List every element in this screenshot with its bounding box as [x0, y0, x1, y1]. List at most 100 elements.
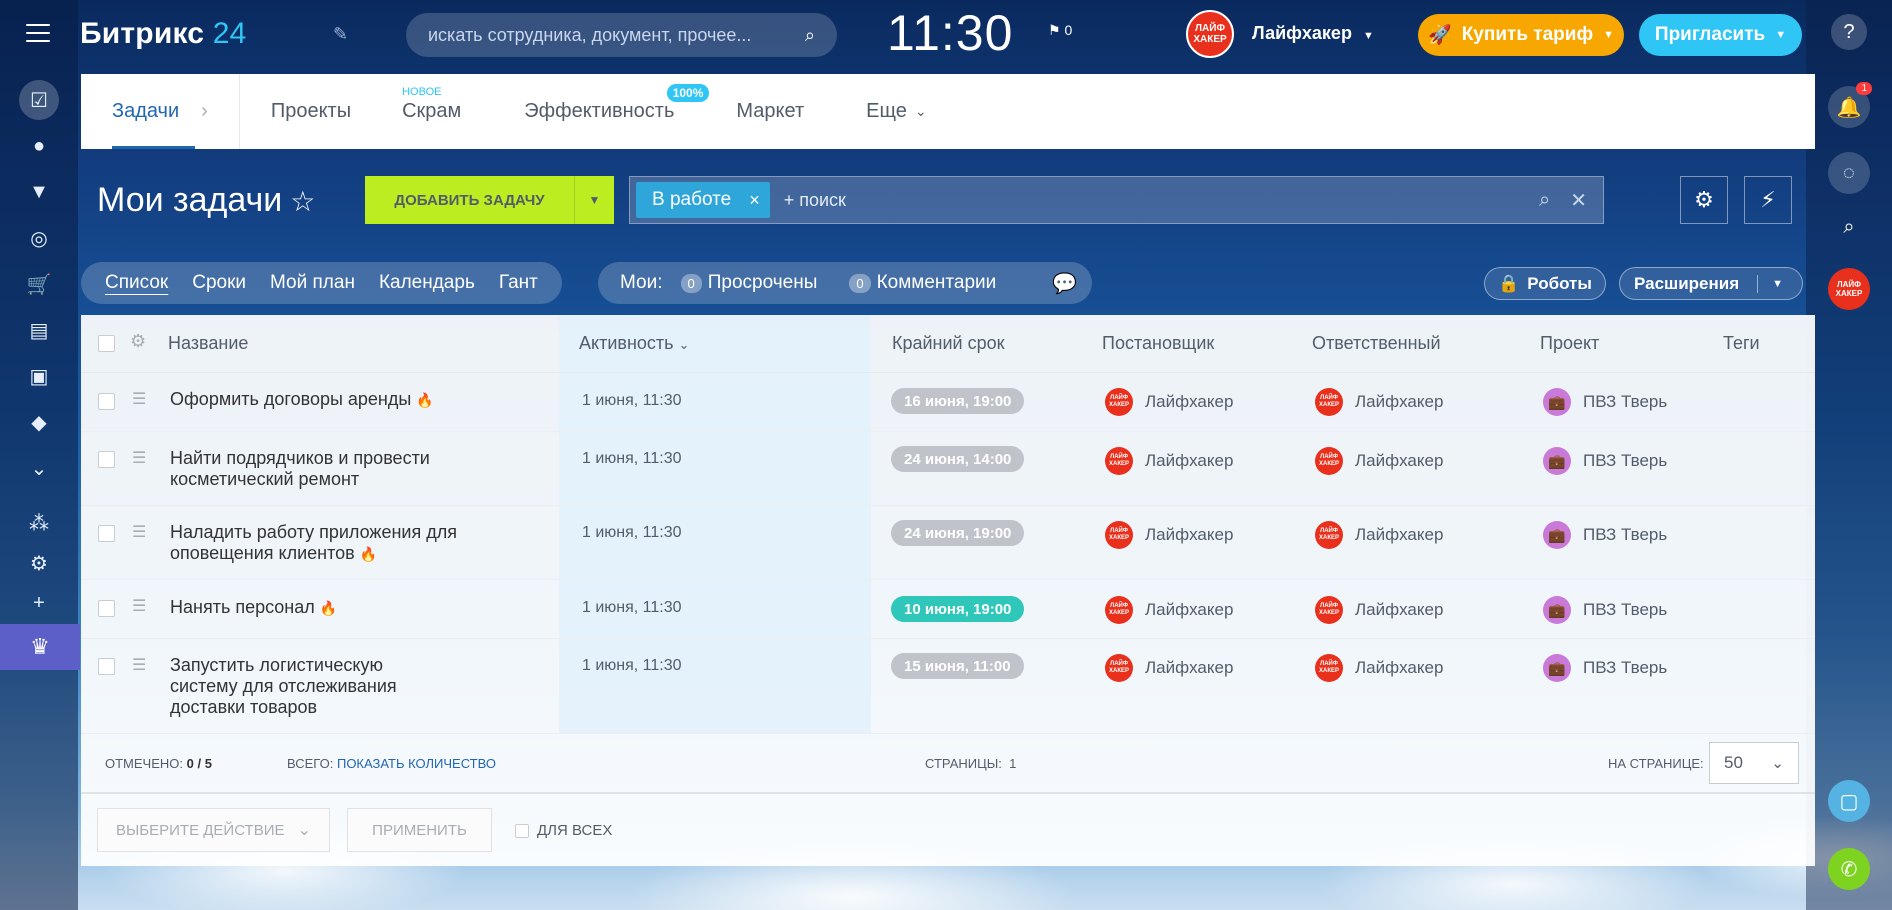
bitrix-logo[interactable]: Битрикс 24	[80, 17, 247, 51]
global-search-input[interactable]	[428, 24, 805, 46]
add-plus-icon[interactable]: +	[19, 583, 59, 623]
table-row[interactable]: ☰ Наладить работу приложения для оповеще…	[81, 506, 1815, 580]
comments-filter[interactable]: 0 Комментарии	[849, 272, 996, 294]
tab-projects[interactable]: Проекты	[240, 74, 382, 149]
filter-chip-in-progress[interactable]: В работе ×	[636, 182, 770, 218]
invite-button[interactable]: Пригласить ▼	[1639, 14, 1802, 56]
tab-tasks[interactable]: Задачи ›	[81, 74, 239, 149]
column-settings-gear-icon[interactable]: ⚙	[130, 331, 146, 352]
drag-handle-icon[interactable]: ☰	[132, 522, 150, 542]
for-all-checkbox[interactable]	[515, 823, 529, 838]
task-title[interactable]: Наладить работу приложения для оповещени…	[170, 522, 470, 565]
search-magnifier-icon[interactable]: ⌕	[805, 25, 815, 46]
table-row[interactable]: ☰ Нанять персонал 🔥 1 июня, 11:30 10 июн…	[81, 580, 1815, 639]
row-checkbox[interactable]	[98, 525, 115, 542]
view-calendar[interactable]: Календарь	[367, 272, 487, 294]
buy-tariff-button[interactable]: 🚀 Купить тариф ▼	[1418, 14, 1624, 56]
task-project[interactable]: 💼 ПВЗ Тверь	[1543, 447, 1667, 475]
global-search[interactable]: ⌕	[406, 13, 837, 57]
task-deadline-badge[interactable]: 10 июня, 19:00	[891, 596, 1025, 622]
filter-funnel-icon[interactable]: ▼	[19, 172, 59, 212]
select-action-dropdown[interactable]: ВЫБЕРИТЕ ДЕЙСТВИЕ ⌄	[97, 808, 330, 852]
target-icon[interactable]: ◎	[19, 218, 59, 258]
settings-gear-icon[interactable]: ⚙	[19, 543, 59, 583]
task-creator[interactable]: ЛАЙФ ХАКЕР Лайфхакер	[1105, 521, 1233, 549]
notifications-bell-icon[interactable]: 🔔 1	[1828, 82, 1872, 128]
row-checkbox[interactable]	[98, 451, 115, 468]
user-avatar[interactable]: ЛАЙФ ХАКЕР	[1186, 10, 1234, 58]
task-project[interactable]: 💼 ПВЗ Тверь	[1543, 596, 1667, 624]
row-checkbox[interactable]	[98, 600, 115, 617]
contact-card-icon[interactable]: ▤	[19, 310, 59, 350]
drag-handle-icon[interactable]: ☰	[132, 448, 150, 468]
column-tags[interactable]: Теги	[1723, 333, 1760, 354]
row-checkbox[interactable]	[98, 658, 115, 675]
task-responsible[interactable]: ЛАЙФ ХАКЕР Лайфхакер	[1315, 521, 1443, 549]
extensions-button[interactable]: Расширения ▼	[1619, 267, 1803, 300]
read-all-comments-icon[interactable]: 💬	[1052, 271, 1077, 296]
task-title[interactable]: Оформить договоры аренды 🔥	[170, 389, 470, 411]
drag-handle-icon[interactable]: ☰	[132, 596, 150, 616]
more-chevron-icon[interactable]: ⌄	[19, 448, 59, 488]
task-creator[interactable]: ЛАЙФ ХАКЕР Лайфхакер	[1105, 596, 1233, 624]
task-deadline-badge[interactable]: 24 июня, 19:00	[891, 520, 1025, 546]
screen-share-icon[interactable]: ▢	[1828, 780, 1870, 822]
for-all-toggle[interactable]: ДЛЯ ВСЕХ	[515, 822, 612, 839]
drag-handle-icon[interactable]: ☰	[132, 389, 150, 409]
task-creator[interactable]: ЛАЙФ ХАКЕР Лайфхакер	[1105, 654, 1233, 682]
tab-scrum[interactable]: НОВОЕ Скрам	[382, 74, 492, 149]
help-icon[interactable]: ?	[1831, 14, 1867, 50]
lightning-button[interactable]: ⚡	[1744, 176, 1792, 224]
star-icon[interactable]: ☆	[290, 186, 315, 217]
view-list[interactable]: Список	[93, 272, 180, 294]
flag-counter[interactable]: ⚑ 0	[1048, 22, 1072, 39]
task-responsible[interactable]: ЛАЙФ ХАКЕР Лайфхакер	[1315, 596, 1443, 624]
crown-icon[interactable]: ♛	[0, 624, 80, 670]
clock[interactable]: 11:30	[887, 4, 1013, 62]
task-responsible[interactable]: ЛАЙФ ХАКЕР Лайфхакер	[1315, 654, 1443, 682]
menu-burger-icon[interactable]	[26, 24, 50, 44]
row-checkbox[interactable]	[98, 393, 115, 410]
phone-icon[interactable]: ✆	[1828, 848, 1870, 890]
per-page-select[interactable]: 50 ⌄	[1709, 742, 1799, 784]
settings-gear-button[interactable]: ⚙	[1680, 176, 1728, 224]
table-row[interactable]: ☰ Оформить договоры аренды 🔥 1 июня, 11:…	[81, 373, 1815, 432]
table-row[interactable]: ☰ Запустить логистическую систему для от…	[81, 639, 1815, 734]
close-icon[interactable]: ×	[749, 190, 760, 211]
show-count-link[interactable]: ПОКАЗАТЬ КОЛИЧЕСТВО	[337, 756, 496, 771]
column-name[interactable]: Название	[168, 333, 248, 354]
task-title[interactable]: Найти подрядчиков и провести косметическ…	[170, 448, 470, 490]
clear-icon[interactable]: ✕	[1570, 188, 1587, 213]
column-deadline[interactable]: Крайний срок	[892, 333, 1005, 354]
tab-more[interactable]: Еще ⌄	[835, 74, 957, 149]
search-icon[interactable]: ⌕	[1828, 206, 1870, 248]
task-project[interactable]: 💼 ПВЗ Тверь	[1543, 654, 1667, 682]
edit-pencil-icon[interactable]: ✎	[333, 24, 348, 45]
column-project[interactable]: Проект	[1540, 333, 1599, 354]
tab-efficiency[interactable]: 100% Эффективность	[492, 74, 710, 149]
user-avatar-small[interactable]: ЛАЙФ ХАКЕР	[1828, 268, 1870, 310]
select-all-checkbox[interactable]	[98, 335, 115, 352]
column-creator[interactable]: Постановщик	[1102, 333, 1214, 354]
table-row[interactable]: ☰ Найти подрядчиков и провести косметиче…	[81, 432, 1815, 506]
robot-icon[interactable]: ▣	[19, 356, 59, 396]
chevron-down-icon[interactable]: ▼	[1772, 278, 1783, 290]
task-deadline-badge[interactable]: 15 июня, 11:00	[891, 653, 1024, 679]
task-creator[interactable]: ЛАЙФ ХАКЕР Лайфхакер	[1105, 388, 1233, 416]
task-deadline-badge[interactable]: 16 июня, 19:00	[891, 388, 1025, 414]
column-responsible[interactable]: Ответственный	[1312, 333, 1441, 354]
search-icon[interactable]: ⌕	[1539, 189, 1550, 212]
overdue-filter[interactable]: 0 Просрочены	[680, 272, 817, 294]
drag-handle-icon[interactable]: ☰	[132, 655, 150, 675]
robots-button[interactable]: 🔒 Роботы	[1484, 267, 1606, 300]
task-responsible[interactable]: ЛАЙФ ХАКЕР Лайфхакер	[1315, 388, 1443, 416]
view-deadlines[interactable]: Сроки	[180, 272, 258, 294]
add-task-button[interactable]: ДОБАВИТЬ ЗАДАЧУ ▼	[365, 176, 614, 224]
apply-button[interactable]: ПРИМЕНИТЬ	[347, 808, 492, 852]
task-project[interactable]: 💼 ПВЗ Тверь	[1543, 521, 1667, 549]
filter-bar[interactable]: В работе × ⌕ ✕	[629, 176, 1604, 224]
structure-icon[interactable]: ⁂	[19, 503, 59, 543]
filter-search-input[interactable]	[783, 189, 1530, 211]
task-title[interactable]: Запустить логистическую систему для отсл…	[170, 655, 410, 718]
task-project[interactable]: 💼 ПВЗ Тверь	[1543, 388, 1667, 416]
